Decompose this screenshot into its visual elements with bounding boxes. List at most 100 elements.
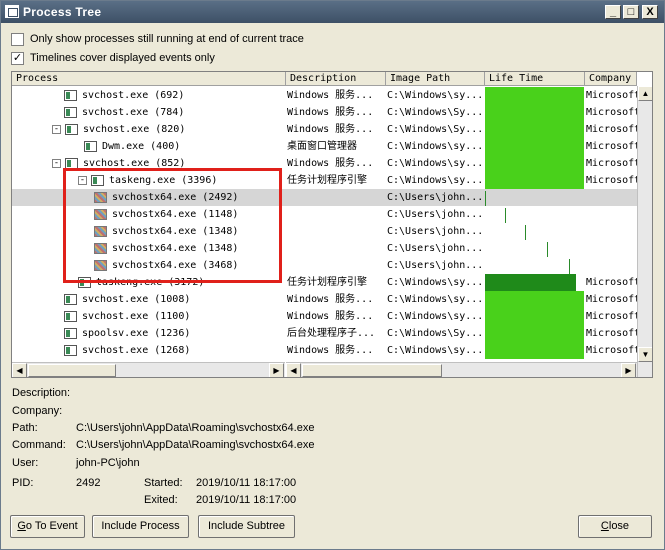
details-scroll-left-arrow-icon[interactable]: ◀ — [286, 363, 301, 377]
life-time-bar — [485, 87, 584, 104]
title-bar: Process Tree _ □ X — [1, 1, 664, 23]
process-icon — [64, 107, 77, 118]
only-running-checkbox[interactable] — [11, 32, 24, 46]
image-path-cell: C:\Windows\sy... — [387, 311, 484, 322]
details-scroll-thumb[interactable] — [302, 364, 442, 377]
only-running-label: Only show processes still running at end… — [30, 33, 304, 45]
company-cell — [586, 257, 637, 274]
process-name: svchost.exe (784) — [82, 107, 185, 118]
image-path-cell: C:\Windows\sy... — [387, 175, 484, 186]
description-cell: Windows 服务... — [287, 294, 374, 305]
scroll-down-arrow-icon[interactable]: ▼ — [638, 347, 652, 362]
column-header-description[interactable]: Description — [286, 72, 386, 86]
description-cell — [287, 223, 384, 240]
path-label: Path: — [12, 422, 38, 434]
timelines-option[interactable]: ✓ Timelines cover displayed events only — [11, 50, 215, 66]
description-cell — [287, 189, 384, 206]
description-cell: Windows 服务... — [287, 107, 374, 118]
image-path-cell: C:\Windows\sy... — [387, 90, 484, 101]
command-label: Command: — [12, 439, 66, 451]
life-time-bar — [485, 138, 584, 155]
life-time-tick — [547, 242, 548, 257]
include-process-button[interactable]: Include Process — [92, 515, 189, 538]
image-path-cell: C:\Windows\sy... — [387, 345, 484, 356]
table-row[interactable]: svchost.exe (784) Windows 服务... C:\Windows… — [12, 104, 652, 121]
timelines-checkbox[interactable]: ✓ — [11, 51, 24, 65]
company-cell: Microsoft — [586, 345, 637, 356]
description-cell: 任务计划程序引擎 — [287, 277, 367, 288]
company-cell — [586, 206, 637, 223]
company-cell: Microsoft — [586, 311, 637, 322]
column-header-process[interactable]: Process — [12, 72, 286, 86]
description-cell: Windows 服务... — [287, 124, 374, 135]
company-cell: Microsoft — [586, 158, 637, 169]
started-value: 2019/10/11 18:17:00 — [196, 477, 297, 489]
table-row[interactable]: svchost.exe (1268) Windows 服务... C:\Window… — [12, 342, 652, 359]
minimize-button[interactable]: _ — [605, 5, 621, 19]
close-window-button[interactable]: X — [642, 5, 658, 19]
details-horizontal-scrollbar[interactable]: ◀ ▶ — [286, 362, 637, 377]
window-title: Process Tree — [23, 5, 102, 19]
description-cell: 桌面窗口管理器 — [287, 141, 357, 152]
process-horizontal-scrollbar[interactable]: ◀ ▶ — [12, 362, 285, 377]
close-button[interactable]: Close — [578, 515, 652, 538]
company-cell: Microsoft — [586, 175, 637, 186]
user-label: User: — [12, 457, 39, 469]
process-name: svchost.exe (1008) — [82, 294, 191, 305]
go-to-event-button[interactable]: Go To Event — [10, 515, 85, 538]
table-row[interactable]: - svchost.exe (820) Windows 服务... C:\Window… — [12, 121, 652, 138]
maximize-button[interactable]: □ — [623, 5, 639, 19]
process-name-cell: - svchost.exe (820) — [52, 121, 285, 138]
table-row[interactable]: Dwm.exe (400) 桌面窗口管理器 C:\Windows\sy... Micr… — [12, 138, 652, 155]
process-tree-window: Process Tree _ □ X Only show processes s… — [0, 0, 665, 550]
company-cell — [586, 223, 637, 240]
scroll-right-arrow-icon[interactable]: ▶ — [269, 363, 284, 377]
table-row[interactable]: svchost.exe (1100) Windows 服务... C:\Window… — [12, 308, 652, 325]
process-scroll-thumb[interactable] — [28, 364, 116, 377]
scroll-left-arrow-icon[interactable]: ◀ — [12, 363, 27, 377]
table-row[interactable]: svchost.exe (692) Windows 服务... C:\Windows… — [12, 87, 652, 104]
path-value: C:\Users\john\AppData\Roaming\svchostx64… — [76, 422, 315, 434]
description-cell: 任务计划程序引擎 — [287, 175, 367, 186]
company-cell: Microsoft — [586, 328, 637, 339]
image-path-cell: C:\Users\john... — [387, 260, 484, 271]
life-time-tick — [569, 259, 570, 274]
company-cell: Microsoft — [586, 124, 637, 135]
company-cell: Microsoft — [586, 294, 637, 305]
company-cell: Microsoft — [586, 107, 637, 118]
details-scroll-right-arrow-icon[interactable]: ▶ — [621, 363, 636, 377]
life-time-bar — [485, 104, 584, 121]
include-subtree-button[interactable]: Include Subtree — [198, 515, 295, 538]
process-name: svchost.exe (692) — [82, 90, 185, 101]
company-cell: Microsoft — [586, 141, 637, 152]
life-time-bar — [485, 155, 584, 172]
image-path-cell: C:\Users\john... — [387, 226, 484, 237]
close-label: lose — [608, 520, 630, 532]
collapse-toggle-icon[interactable]: - — [52, 159, 61, 168]
company-cell — [586, 189, 637, 206]
table-row[interactable]: spoolsv.exe (1236) 后台处理程序子... C:\Windows\S… — [12, 325, 652, 342]
process-name-cell: spoolsv.exe (1236) — [64, 325, 285, 342]
company-cell: Microsoft — [586, 277, 637, 288]
company-label: Company: — [12, 405, 63, 417]
description-cell — [287, 240, 384, 257]
exited-value: 2019/10/11 18:17:00 — [196, 494, 297, 506]
process-name-cell: Dwm.exe (400) — [84, 138, 285, 155]
table-row[interactable]: svchost.exe (1008) Windows 服务... C:\Window… — [12, 291, 652, 308]
column-header-life-time[interactable]: Life Time — [485, 72, 585, 86]
only-running-option[interactable]: Only show processes still running at end… — [11, 31, 304, 47]
app-icon — [5, 5, 19, 18]
pid-label: PID: — [12, 477, 34, 489]
column-header-company[interactable]: Company — [585, 72, 637, 86]
life-time-tick — [505, 208, 506, 223]
process-icon — [64, 345, 77, 356]
description-cell: 后台处理程序子... — [287, 328, 376, 339]
description-cell: Windows 服务... — [287, 158, 374, 169]
image-path-cell: C:\Users\john... — [387, 192, 484, 203]
column-header-image-path[interactable]: Image Path — [386, 72, 485, 86]
description-cell — [287, 257, 384, 274]
vertical-scrollbar[interactable]: ▲ ▼ — [637, 86, 652, 377]
scroll-up-arrow-icon[interactable]: ▲ — [638, 86, 652, 101]
collapse-toggle-icon[interactable]: - — [52, 125, 61, 134]
go-to-event-mnemonic: G — [17, 520, 26, 532]
